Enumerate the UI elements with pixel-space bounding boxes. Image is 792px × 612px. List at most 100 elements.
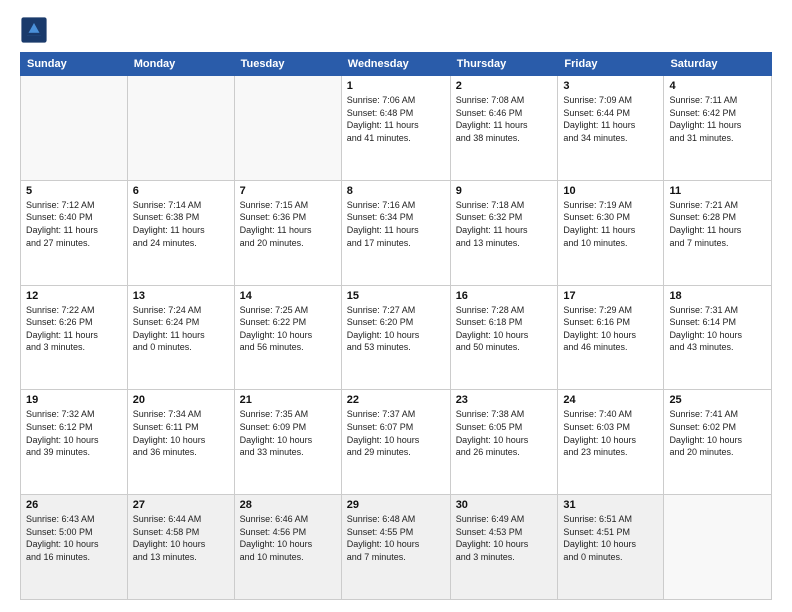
page: SundayMondayTuesdayWednesdayThursdayFrid… [0, 0, 792, 612]
day-number: 2 [456, 80, 553, 92]
calendar-cell: 14Sunrise: 7:25 AM Sunset: 6:22 PM Dayli… [234, 285, 341, 390]
calendar-cell: 16Sunrise: 7:28 AM Sunset: 6:18 PM Dayli… [450, 285, 558, 390]
day-number: 6 [133, 185, 229, 197]
day-number: 31 [563, 499, 658, 511]
day-number: 18 [669, 290, 766, 302]
day-info: Sunrise: 7:38 AM Sunset: 6:05 PM Dayligh… [456, 408, 553, 458]
day-info: Sunrise: 7:12 AM Sunset: 6:40 PM Dayligh… [26, 199, 122, 249]
day-number: 29 [347, 499, 445, 511]
day-info: Sunrise: 7:37 AM Sunset: 6:07 PM Dayligh… [347, 408, 445, 458]
day-info: Sunrise: 7:24 AM Sunset: 6:24 PM Dayligh… [133, 304, 229, 354]
day-number: 12 [26, 290, 122, 302]
day-info: Sunrise: 6:43 AM Sunset: 5:00 PM Dayligh… [26, 513, 122, 563]
day-info: Sunrise: 6:49 AM Sunset: 4:53 PM Dayligh… [456, 513, 553, 563]
day-info: Sunrise: 7:28 AM Sunset: 6:18 PM Dayligh… [456, 304, 553, 354]
calendar-cell: 20 Sunrise: 7:34 AM Sunset: 6:11 PM Dayli… [127, 390, 234, 495]
calendar-cell: 3Sunrise: 7:09 AM Sunset: 6:44 PM Daylig… [558, 76, 664, 181]
day-info: Sunrise: 7:32 AM Sunset: 6:12 PM Dayligh… [26, 408, 122, 458]
day-number: 11 [669, 185, 766, 197]
day-info: Sunrise: 7:16 AM Sunset: 6:34 PM Dayligh… [347, 199, 445, 249]
day-number: 8 [347, 185, 445, 197]
day-number: 26 [26, 499, 122, 511]
day-number: 19 [26, 394, 122, 406]
calendar-cell: 4 Sunrise: 7:11 AM Sunset: 6:42 PM Daylig… [664, 76, 772, 181]
calendar-cell: 26 Sunrise: 6:43 AM Sunset: 5:00 PM Dayli… [21, 495, 128, 600]
weekday-header-friday: Friday [558, 53, 664, 76]
day-number: 25 [669, 394, 766, 406]
weekday-header-sunday: Sunday [21, 53, 128, 76]
day-info: Sunrise: 7:09 AM Sunset: 6:44 PM Dayligh… [563, 94, 658, 144]
logo [20, 16, 52, 44]
weekday-header-tuesday: Tuesday [234, 53, 341, 76]
day-info: Sunrise: 7:31 AM Sunset: 6:14 PM Dayligh… [669, 304, 766, 354]
day-info: Sunrise: 6:48 AM Sunset: 4:55 PM Dayligh… [347, 513, 445, 563]
day-number: 23 [456, 394, 553, 406]
day-number: 10 [563, 185, 658, 197]
calendar-cell: 13Sunrise: 7:24 AM Sunset: 6:24 PM Dayli… [127, 285, 234, 390]
calendar-week-row: 26 Sunrise: 6:43 AM Sunset: 5:00 PM Dayli… [21, 495, 772, 600]
day-info: Sunrise: 7:08 AM Sunset: 6:46 PM Dayligh… [456, 94, 553, 144]
day-number: 20 [133, 394, 229, 406]
weekday-header-wednesday: Wednesday [341, 53, 450, 76]
calendar-cell: 25 Sunrise: 7:41 AM Sunset: 6:02 PM Dayli… [664, 390, 772, 495]
day-number: 27 [133, 499, 229, 511]
calendar-cell: 6 Sunrise: 7:14 AM Sunset: 6:38 PM Daylig… [127, 180, 234, 285]
calendar-cell: 12 Sunrise: 7:22 AM Sunset: 6:26 PM Dayli… [21, 285, 128, 390]
calendar-week-row: 12 Sunrise: 7:22 AM Sunset: 6:26 PM Dayli… [21, 285, 772, 390]
calendar-cell: 19 Sunrise: 7:32 AM Sunset: 6:12 PM Dayli… [21, 390, 128, 495]
day-number: 30 [456, 499, 553, 511]
day-info: Sunrise: 7:06 AM Sunset: 6:48 PM Dayligh… [347, 94, 445, 144]
calendar-table: SundayMondayTuesdayWednesdayThursdayFrid… [20, 52, 772, 600]
calendar-cell: 15 Sunrise: 7:27 AM Sunset: 6:20 PM Dayli… [341, 285, 450, 390]
calendar-cell: 17 Sunrise: 7:29 AM Sunset: 6:16 PM Dayli… [558, 285, 664, 390]
calendar-cell: 27 Sunrise: 6:44 AM Sunset: 4:58 PM Dayli… [127, 495, 234, 600]
calendar-cell: 21 Sunrise: 7:35 AM Sunset: 6:09 PM Dayli… [234, 390, 341, 495]
day-info: Sunrise: 6:44 AM Sunset: 4:58 PM Dayligh… [133, 513, 229, 563]
calendar-cell: 1 Sunrise: 7:06 AM Sunset: 6:48 PM Daylig… [341, 76, 450, 181]
calendar-cell [664, 495, 772, 600]
calendar-cell: 9Sunrise: 7:18 AM Sunset: 6:32 PM Daylig… [450, 180, 558, 285]
day-number: 15 [347, 290, 445, 302]
header [20, 16, 772, 44]
calendar-week-row: 19 Sunrise: 7:32 AM Sunset: 6:12 PM Dayli… [21, 390, 772, 495]
calendar-cell: 29 Sunrise: 6:48 AM Sunset: 4:55 PM Dayli… [341, 495, 450, 600]
calendar-cell: 8 Sunrise: 7:16 AM Sunset: 6:34 PM Daylig… [341, 180, 450, 285]
calendar-cell [21, 76, 128, 181]
day-number: 28 [240, 499, 336, 511]
logo-icon [20, 16, 48, 44]
day-number: 1 [347, 80, 445, 92]
day-number: 21 [240, 394, 336, 406]
day-info: Sunrise: 6:51 AM Sunset: 4:51 PM Dayligh… [563, 513, 658, 563]
weekday-header-row: SundayMondayTuesdayWednesdayThursdayFrid… [21, 53, 772, 76]
day-info: Sunrise: 7:27 AM Sunset: 6:20 PM Dayligh… [347, 304, 445, 354]
calendar-cell: 28 Sunrise: 6:46 AM Sunset: 4:56 PM Dayli… [234, 495, 341, 600]
day-number: 22 [347, 394, 445, 406]
calendar-cell [234, 76, 341, 181]
day-info: Sunrise: 6:46 AM Sunset: 4:56 PM Dayligh… [240, 513, 336, 563]
day-info: Sunrise: 7:15 AM Sunset: 6:36 PM Dayligh… [240, 199, 336, 249]
day-info: Sunrise: 7:41 AM Sunset: 6:02 PM Dayligh… [669, 408, 766, 458]
day-number: 14 [240, 290, 336, 302]
calendar-cell: 31 Sunrise: 6:51 AM Sunset: 4:51 PM Dayli… [558, 495, 664, 600]
day-info: Sunrise: 7:40 AM Sunset: 6:03 PM Dayligh… [563, 408, 658, 458]
day-info: Sunrise: 7:21 AM Sunset: 6:28 PM Dayligh… [669, 199, 766, 249]
day-info: Sunrise: 7:34 AM Sunset: 6:11 PM Dayligh… [133, 408, 229, 458]
calendar-week-row: 1 Sunrise: 7:06 AM Sunset: 6:48 PM Daylig… [21, 76, 772, 181]
weekday-header-thursday: Thursday [450, 53, 558, 76]
calendar-cell: 11 Sunrise: 7:21 AM Sunset: 6:28 PM Dayli… [664, 180, 772, 285]
day-info: Sunrise: 7:35 AM Sunset: 6:09 PM Dayligh… [240, 408, 336, 458]
weekday-header-saturday: Saturday [664, 53, 772, 76]
day-number: 17 [563, 290, 658, 302]
calendar-cell: 18 Sunrise: 7:31 AM Sunset: 6:14 PM Dayli… [664, 285, 772, 390]
day-number: 4 [669, 80, 766, 92]
day-info: Sunrise: 7:29 AM Sunset: 6:16 PM Dayligh… [563, 304, 658, 354]
day-number: 24 [563, 394, 658, 406]
calendar-cell: 24 Sunrise: 7:40 AM Sunset: 6:03 PM Dayli… [558, 390, 664, 495]
day-number: 7 [240, 185, 336, 197]
weekday-header-monday: Monday [127, 53, 234, 76]
day-number: 5 [26, 185, 122, 197]
day-info: Sunrise: 7:22 AM Sunset: 6:26 PM Dayligh… [26, 304, 122, 354]
day-info: Sunrise: 7:14 AM Sunset: 6:38 PM Dayligh… [133, 199, 229, 249]
day-info: Sunrise: 7:11 AM Sunset: 6:42 PM Dayligh… [669, 94, 766, 144]
calendar-cell: 30 Sunrise: 6:49 AM Sunset: 4:53 PM Dayli… [450, 495, 558, 600]
